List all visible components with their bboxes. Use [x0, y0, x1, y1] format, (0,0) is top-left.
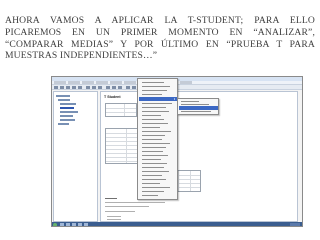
compare-means-submenu[interactable] — [177, 98, 219, 115]
output-title: T Student — [104, 95, 121, 99]
spss-screenshot: T Student — [51, 76, 303, 227]
taskbar-clock — [290, 223, 300, 226]
slide-heading: AHORA VAMOS A APLICAR LA T-STUDENT; PARA… — [5, 15, 315, 62]
submenu-arrow-icon — [174, 98, 175, 100]
slide: AHORA VAMOS A APLICAR LA T-STUDENT; PARA… — [0, 0, 320, 240]
menu-item-independent-samples-t-test[interactable] — [179, 106, 218, 110]
output-navigator-tree[interactable] — [53, 91, 98, 222]
start-button-icon[interactable] — [53, 223, 57, 226]
output-table — [105, 103, 137, 117]
taskbar[interactable] — [52, 222, 302, 226]
tree-node-icon — [56, 95, 70, 97]
menu-item-compare-means[interactable] — [139, 97, 177, 101]
analyze-menu[interactable] — [137, 78, 178, 200]
toolbar-icon — [54, 86, 58, 89]
